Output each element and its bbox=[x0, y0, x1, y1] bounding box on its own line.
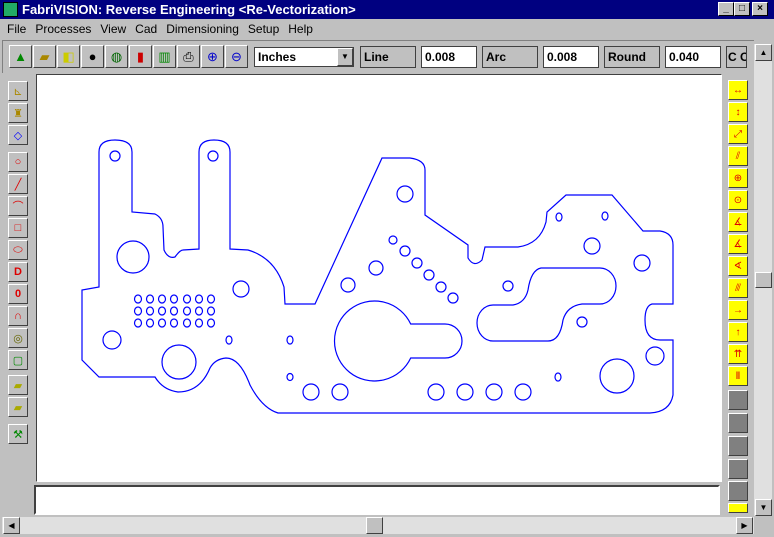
hole bbox=[109, 150, 121, 162]
chamfer-dimension-icon[interactable]: ⫻ bbox=[728, 278, 748, 298]
vertical-scroll-thumb[interactable] bbox=[755, 272, 772, 288]
hole bbox=[576, 316, 588, 328]
hole bbox=[396, 185, 414, 203]
scroll-right-icon[interactable]: ▶ bbox=[736, 517, 753, 534]
angle-dimension-icon[interactable]: ∡ bbox=[728, 212, 748, 232]
baseline-vertical-icon[interactable]: ↑ bbox=[728, 322, 748, 342]
hole bbox=[555, 212, 563, 222]
hole bbox=[368, 260, 384, 276]
hole bbox=[331, 383, 349, 401]
hole bbox=[583, 237, 601, 255]
hole bbox=[601, 211, 609, 221]
baseline-horizontal-icon[interactable]: → bbox=[728, 300, 748, 320]
hole bbox=[447, 292, 459, 304]
hole bbox=[427, 383, 445, 401]
car-dimension-icon[interactable] bbox=[728, 503, 748, 513]
hole bbox=[207, 150, 219, 162]
keyhole-cutout bbox=[333, 300, 463, 382]
command-output-box[interactable] bbox=[34, 485, 720, 515]
hole bbox=[599, 358, 635, 394]
hole bbox=[411, 257, 423, 269]
disabled-tool-icon[interactable] bbox=[728, 413, 748, 433]
profile-dimension-icon[interactable]: Ⅱ bbox=[728, 366, 748, 386]
diameter-dimension-icon[interactable]: ⊕ bbox=[728, 168, 748, 188]
part-drawing bbox=[81, 139, 674, 414]
vertical-dimension-icon[interactable]: ↕ bbox=[728, 102, 748, 122]
hole bbox=[286, 335, 294, 345]
hole bbox=[423, 269, 435, 281]
disabled-tool-icon[interactable] bbox=[728, 390, 748, 410]
hole bbox=[388, 235, 398, 245]
angle-dimension-icon[interactable]: ∢ bbox=[728, 256, 748, 276]
hole bbox=[399, 245, 411, 257]
hole bbox=[302, 383, 320, 401]
scroll-up-icon[interactable]: ▲ bbox=[755, 44, 772, 61]
hole bbox=[645, 346, 665, 366]
hole bbox=[514, 383, 532, 401]
hole bbox=[340, 277, 356, 293]
hole bbox=[232, 280, 250, 298]
hole bbox=[435, 281, 447, 293]
part-outline bbox=[81, 139, 674, 414]
hole bbox=[102, 330, 122, 350]
hole bbox=[161, 344, 197, 380]
hole bbox=[116, 240, 150, 274]
parallel-dimension-icon[interactable]: ⫽ bbox=[728, 146, 748, 166]
scroll-down-icon[interactable]: ▼ bbox=[755, 499, 772, 516]
hole bbox=[485, 383, 503, 401]
hole bbox=[633, 254, 651, 272]
radius-dimension-icon[interactable]: ⊙ bbox=[728, 190, 748, 210]
hole bbox=[225, 335, 233, 345]
angle-dimension-icon[interactable]: ∡ bbox=[728, 234, 748, 254]
ordinate-dimension-icon[interactable]: ⇈ bbox=[728, 344, 748, 364]
scroll-left-icon[interactable]: ◀ bbox=[3, 517, 20, 534]
disabled-tool-icon[interactable] bbox=[728, 436, 748, 456]
hole-grid bbox=[133, 294, 216, 328]
disabled-tool-icon[interactable] bbox=[728, 481, 748, 501]
aligned-dimension-icon[interactable]: ⤢ bbox=[728, 124, 748, 144]
hole bbox=[554, 372, 562, 382]
hole bbox=[502, 280, 514, 292]
horizontal-scroll-thumb[interactable] bbox=[366, 517, 383, 534]
disabled-tool-icon[interactable] bbox=[728, 459, 748, 479]
horizontal-dimension-icon[interactable]: ↔ bbox=[728, 80, 748, 100]
slot-cutout bbox=[476, 267, 617, 342]
hole bbox=[286, 372, 294, 382]
hole bbox=[456, 383, 474, 401]
